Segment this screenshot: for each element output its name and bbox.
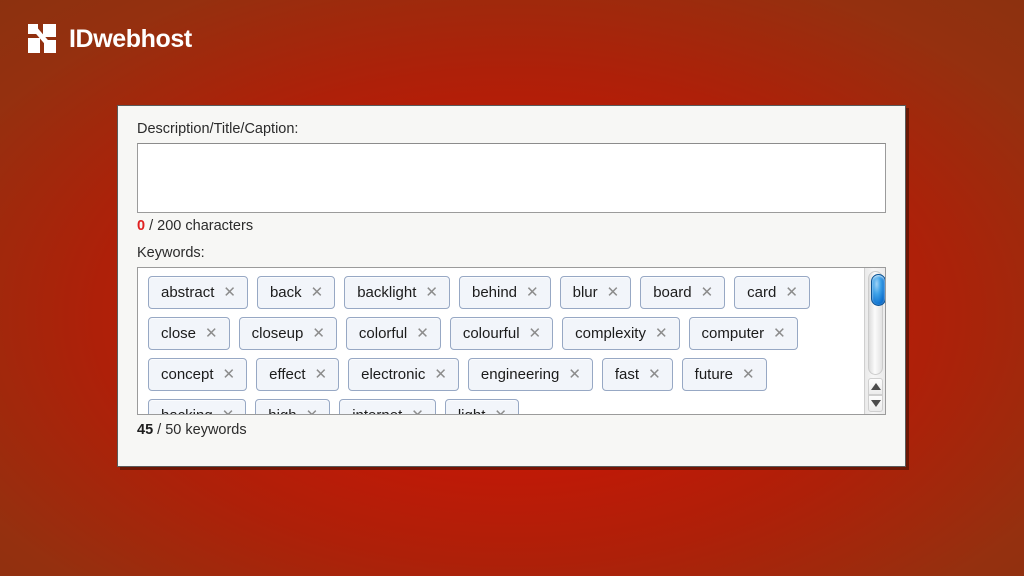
character-counter-suffix: / 200 characters xyxy=(145,218,254,235)
keyword-tag[interactable]: back ✕ xyxy=(256,276,336,310)
keyword-tag[interactable]: colorful ✕ xyxy=(345,317,441,351)
keyword-tag[interactable]: high ✕ xyxy=(255,399,331,415)
remove-keyword-icon[interactable]: ✕ xyxy=(223,285,236,300)
description-label: Description/Title/Caption: xyxy=(137,121,299,137)
keyword-tag-label: hacking xyxy=(161,408,213,414)
keyword-tag[interactable]: concept ✕ xyxy=(148,358,248,392)
remove-keyword-icon[interactable]: ✕ xyxy=(411,408,424,414)
scroll-down-button[interactable] xyxy=(868,395,883,413)
keyword-tag-label: future xyxy=(694,366,734,384)
keyword-tag[interactable]: computer ✕ xyxy=(688,317,798,351)
keyword-tag-label: blur xyxy=(572,284,598,302)
keyword-tag[interactable]: engineering ✕ xyxy=(467,358,593,392)
triangle-up-icon xyxy=(870,383,881,391)
keyword-tag-label: internet xyxy=(352,408,402,414)
keyword-tag[interactable]: behind ✕ xyxy=(458,276,551,310)
keyword-tag[interactable]: electronic ✕ xyxy=(348,358,459,392)
keyword-tag-label: light xyxy=(458,408,486,414)
remove-keyword-icon[interactable]: ✕ xyxy=(205,326,218,341)
remove-keyword-icon[interactable]: ✕ xyxy=(425,285,438,300)
keyword-tag[interactable]: card ✕ xyxy=(734,276,810,310)
keyword-tag-label: abstract xyxy=(161,284,215,302)
brand-logo: IDwebhost xyxy=(28,24,192,54)
keyword-tag-label: behind xyxy=(471,284,518,302)
remove-keyword-icon[interactable]: ✕ xyxy=(785,285,798,300)
keyword-tag[interactable]: internet ✕ xyxy=(339,399,436,415)
keyword-tag-label: colorful xyxy=(358,325,408,343)
keyword-tag-label: high xyxy=(268,408,296,414)
keyword-tag-label: backlight xyxy=(357,284,417,302)
remove-keyword-icon[interactable]: ✕ xyxy=(607,285,620,300)
character-count-value: 0 xyxy=(137,218,146,235)
keywords-tag-list: abstract ✕ back ✕ backlight ✕ behind ✕ blur ✕… xyxy=(138,268,865,415)
remove-keyword-icon[interactable]: ✕ xyxy=(568,367,581,382)
keyword-tag-label: fast xyxy=(614,366,640,384)
keyword-tag[interactable]: board ✕ xyxy=(640,276,726,310)
remove-keyword-icon[interactable]: ✕ xyxy=(311,285,324,300)
triangle-down-icon xyxy=(870,400,881,408)
keyword-tag[interactable]: effect ✕ xyxy=(256,358,340,392)
keyword-tag[interactable]: backlight ✕ xyxy=(344,276,450,310)
keyword-tag-label: complexity xyxy=(575,325,646,343)
remove-keyword-icon[interactable]: ✕ xyxy=(655,326,668,341)
remove-keyword-icon[interactable]: ✕ xyxy=(312,326,325,341)
metadata-panel: Description/Title/Caption: 0 / 200 chara… xyxy=(117,105,906,467)
scrollbar-thumb[interactable] xyxy=(871,274,885,307)
keyword-tag[interactable]: close ✕ xyxy=(148,317,230,351)
keyword-tag-label: electronic xyxy=(361,366,426,384)
character-counter: 0 / 200 characters xyxy=(137,218,886,235)
keyword-tag[interactable]: complexity ✕ xyxy=(562,317,680,351)
keyword-tag-label: concept xyxy=(161,366,214,384)
scroll-up-button[interactable] xyxy=(868,378,883,396)
keyword-tag-label: back xyxy=(269,284,302,302)
keywords-label: Keywords: xyxy=(137,244,205,261)
brand-name: IDwebhost xyxy=(69,24,192,53)
remove-keyword-icon[interactable]: ✕ xyxy=(315,367,328,382)
keyword-tag-label: engineering xyxy=(480,366,560,384)
description-textarea[interactable] xyxy=(137,143,886,214)
keyword-count-value: 45 xyxy=(137,422,154,439)
keywords-scrollbar[interactable] xyxy=(864,268,885,415)
remove-keyword-icon[interactable]: ✕ xyxy=(223,367,236,382)
keyword-tag[interactable]: hacking ✕ xyxy=(148,399,247,415)
keyword-tag-label: closeup xyxy=(251,325,304,343)
keyword-tag-label: close xyxy=(161,325,197,343)
keywords-box: abstract ✕ back ✕ backlight ✕ behind ✕ blur ✕… xyxy=(137,267,886,416)
keyword-tag-label: computer xyxy=(701,325,765,343)
remove-keyword-icon[interactable]: ✕ xyxy=(701,285,714,300)
keyword-tag[interactable]: light ✕ xyxy=(444,399,519,415)
remove-keyword-icon[interactable]: ✕ xyxy=(648,367,661,382)
keyword-counter-suffix: / 50 keywords xyxy=(153,422,247,439)
keyword-counter: 45 / 50 keywords xyxy=(137,422,886,439)
keyword-tag[interactable]: closeup ✕ xyxy=(238,317,337,351)
remove-keyword-icon[interactable]: ✕ xyxy=(416,326,429,341)
keyword-tag-label: colourful xyxy=(462,325,520,343)
keyword-tag[interactable]: colourful ✕ xyxy=(449,317,554,351)
scrollbar-track[interactable] xyxy=(868,271,885,376)
keyword-tag-label: effect xyxy=(269,366,306,384)
keyword-tag[interactable]: future ✕ xyxy=(681,358,767,392)
keyword-tag[interactable]: fast ✕ xyxy=(601,358,673,392)
keyword-tag[interactable]: abstract ✕ xyxy=(148,276,248,310)
remove-keyword-icon[interactable]: ✕ xyxy=(306,408,319,414)
remove-keyword-icon[interactable]: ✕ xyxy=(529,326,542,341)
keyword-tag[interactable]: blur ✕ xyxy=(559,276,632,310)
remove-keyword-icon[interactable]: ✕ xyxy=(526,285,539,300)
remove-keyword-icon[interactable]: ✕ xyxy=(773,326,786,341)
keyword-tag-label: card xyxy=(747,284,777,302)
remove-keyword-icon[interactable]: ✕ xyxy=(742,367,755,382)
remove-keyword-icon[interactable]: ✕ xyxy=(434,367,447,382)
idwebhost-squares-logo-icon xyxy=(28,24,58,54)
remove-keyword-icon[interactable]: ✕ xyxy=(494,408,507,414)
remove-keyword-icon[interactable]: ✕ xyxy=(222,408,235,414)
keyword-tag-label: board xyxy=(653,284,692,302)
